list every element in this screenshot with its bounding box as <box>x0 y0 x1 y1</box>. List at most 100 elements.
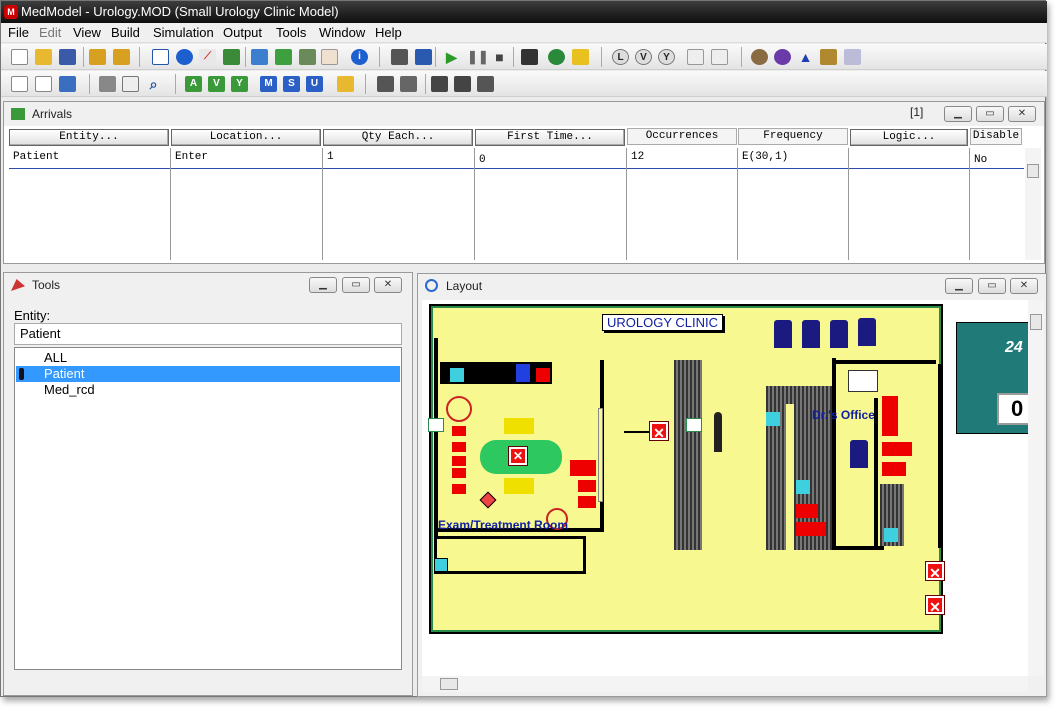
rectangle-icon[interactable] <box>152 49 169 65</box>
menu-tools[interactable]: Tools <box>276 25 306 40</box>
navigate-icon[interactable] <box>59 76 76 92</box>
3d-view-icon[interactable] <box>844 49 861 65</box>
table-cell-disable[interactable]: No <box>971 154 987 166</box>
menu-file[interactable]: File <box>8 25 29 40</box>
close-button[interactable]: ✕ <box>1008 106 1036 122</box>
menu-edit[interactable]: Edit <box>39 25 61 40</box>
close-button[interactable]: ✕ <box>1010 278 1038 294</box>
processing-icon[interactable] <box>275 49 292 65</box>
shield-icon[interactable] <box>337 76 354 92</box>
exit-x-icon: ✕ <box>925 595 945 615</box>
list-item-med-rcd[interactable]: Med_rcd <box>44 382 95 397</box>
letter-y-icon[interactable]: Y <box>231 76 248 92</box>
info-icon[interactable]: i <box>351 49 368 65</box>
layout-canvas[interactable]: UROLOGY CLINIC ✕ Exam/Treatment Room ✕ D… <box>422 300 1028 676</box>
letter-a-icon[interactable]: A <box>185 76 202 92</box>
triangle-icon[interactable]: ▲ <box>797 49 814 65</box>
globe-icon[interactable] <box>548 49 565 65</box>
flag-icon[interactable] <box>477 76 494 92</box>
zoom-window-icon[interactable] <box>122 76 139 92</box>
path-network-icon[interactable]: ⟋ <box>199 49 216 65</box>
menu-build[interactable]: Build <box>111 25 140 40</box>
letter-m-icon[interactable]: M <box>260 76 277 92</box>
list-item-all[interactable]: ALL <box>44 350 67 365</box>
minimize-button[interactable]: ▁ <box>945 278 973 294</box>
layout-horizontal-scrollbar[interactable] <box>422 676 1028 692</box>
expression-icon[interactable] <box>820 49 837 65</box>
time-plot-icon[interactable] <box>687 49 704 65</box>
list-item-selected[interactable]: Patient <box>16 366 400 382</box>
table-cell-frequency[interactable]: E(30,1) <box>739 151 788 163</box>
table-cell-occurrences[interactable]: 12 <box>628 151 644 163</box>
list-item-patient[interactable]: Patient <box>44 366 84 381</box>
model-window-icon[interactable] <box>415 49 432 65</box>
arrivals-icon[interactable] <box>251 49 268 65</box>
minimize-button[interactable]: ▁ <box>309 277 337 293</box>
arrivals-scrollbar[interactable] <box>1025 148 1041 260</box>
menu-help[interactable]: Help <box>375 25 402 40</box>
options-icon[interactable] <box>391 49 408 65</box>
table-cell-entity[interactable]: Patient <box>10 151 59 163</box>
menu-simulation[interactable]: Simulation <box>153 25 214 40</box>
step-back-icon[interactable] <box>431 76 448 92</box>
scenario-icon[interactable] <box>521 49 538 65</box>
table-cell-first-time[interactable]: 0 <box>476 154 486 166</box>
binoculars-icon[interactable] <box>99 76 116 92</box>
app-icon: M <box>4 5 18 19</box>
magnifier-icon[interactable]: ⌕ <box>145 76 162 92</box>
menu-output[interactable]: Output <box>223 25 262 40</box>
entity-list[interactable]: ALL Patient Med_rcd <box>14 347 402 670</box>
office-chair <box>850 440 868 468</box>
step-icon[interactable] <box>454 76 471 92</box>
open-folder-icon[interactable] <box>35 49 52 65</box>
merge-icon[interactable] <box>89 49 106 65</box>
sim-clock: 24 0 <box>956 322 1028 434</box>
stop-icon[interactable]: ■ <box>491 49 508 65</box>
letter-s-icon[interactable]: S <box>283 76 300 92</box>
layout-vertical-scrollbar[interactable] <box>1028 300 1044 676</box>
letter-u-icon[interactable]: U <box>306 76 323 92</box>
entity-input[interactable]: Patient <box>14 323 402 345</box>
menu-window[interactable]: Window <box>319 25 365 40</box>
minimize-button[interactable]: ▁ <box>944 106 972 122</box>
scroll-thumb[interactable] <box>440 678 458 690</box>
scroll-thumb[interactable] <box>1030 314 1042 330</box>
tools-title-bar: Tools ▁ ▭ ✕ <box>4 273 412 297</box>
model-package-icon[interactable] <box>113 49 130 65</box>
close-button[interactable]: ✕ <box>374 277 402 293</box>
pause-icon[interactable]: ❚❚ <box>467 49 489 65</box>
edit-table-icon[interactable] <box>35 76 52 92</box>
column-header-entity[interactable]: Entity... <box>9 129 169 146</box>
table-icon[interactable] <box>11 76 28 92</box>
table-cell-location[interactable]: Enter <box>172 151 208 163</box>
maximize-button[interactable]: ▭ <box>978 278 1006 294</box>
run-icon[interactable]: ▶ <box>443 49 460 65</box>
resource-icon[interactable] <box>223 49 240 65</box>
new-file-icon[interactable] <box>11 49 28 65</box>
graphics-editor-icon[interactable] <box>751 49 768 65</box>
target-icon <box>446 396 472 422</box>
column-header-logic[interactable]: Logic... <box>850 129 968 146</box>
table-cell-qty[interactable]: 1 <box>324 151 334 163</box>
column-header-first-time[interactable]: First Time... <box>475 129 625 146</box>
column-header-qty-each[interactable]: Qty Each... <box>323 129 473 146</box>
attributes-icon[interactable] <box>299 49 316 65</box>
circle-icon[interactable] <box>176 49 193 65</box>
hand-icon[interactable] <box>377 76 394 92</box>
calendar-icon[interactable] <box>321 49 338 65</box>
save-icon[interactable] <box>59 49 76 65</box>
maximize-button[interactable]: ▭ <box>342 277 370 293</box>
output-viewer-icon[interactable] <box>572 49 589 65</box>
y-icon[interactable]: Y <box>658 49 675 65</box>
v-icon[interactable]: V <box>635 49 652 65</box>
trace-icon[interactable] <box>400 76 417 92</box>
letter-v-icon[interactable]: V <box>208 76 225 92</box>
stat-fit-icon[interactable] <box>774 49 791 65</box>
column-header-location[interactable]: Location... <box>171 129 321 146</box>
menu-view[interactable]: View <box>73 25 101 40</box>
arrivals-title-bar: Arrivals [1] ▁ ▭ ✕ <box>4 102 1044 126</box>
maximize-button[interactable]: ▭ <box>976 106 1004 122</box>
l-icon[interactable]: L <box>612 49 629 65</box>
dynamic-plot-icon[interactable] <box>711 49 728 65</box>
scroll-thumb[interactable] <box>1027 164 1039 178</box>
